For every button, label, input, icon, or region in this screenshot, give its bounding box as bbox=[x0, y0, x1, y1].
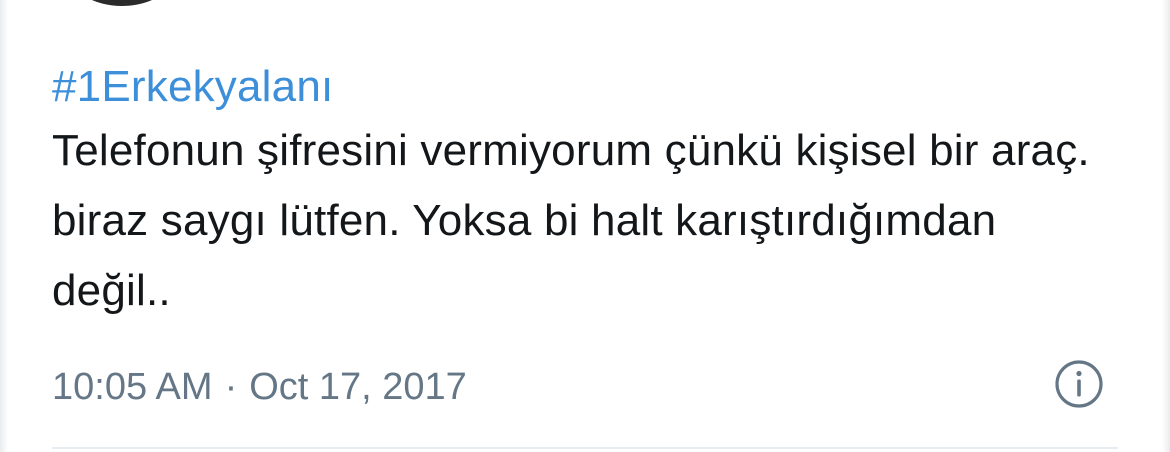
tweet-time: 10:05 AM bbox=[52, 366, 213, 408]
tweet-body: #1Erkekyalanı Telefonun şifresini vermiy… bbox=[52, 58, 1102, 326]
meta-separator: · bbox=[224, 366, 238, 408]
info-button[interactable] bbox=[1054, 359, 1104, 409]
info-icon bbox=[1055, 360, 1103, 408]
divider bbox=[52, 447, 1118, 449]
left-edge-shadow bbox=[0, 0, 8, 452]
tweet-timestamp[interactable]: 10:05 AM · Oct 17, 2017 bbox=[52, 360, 467, 414]
tweet-text: Telefonun şifresini vermiyorum çünkü kiş… bbox=[52, 126, 1090, 315]
avatar[interactable] bbox=[70, 0, 174, 6]
tweet-date: Oct 17, 2017 bbox=[249, 366, 467, 408]
hashtag-link[interactable]: #1Erkekyalanı bbox=[52, 58, 1102, 116]
right-edge-shadow bbox=[1162, 0, 1170, 452]
